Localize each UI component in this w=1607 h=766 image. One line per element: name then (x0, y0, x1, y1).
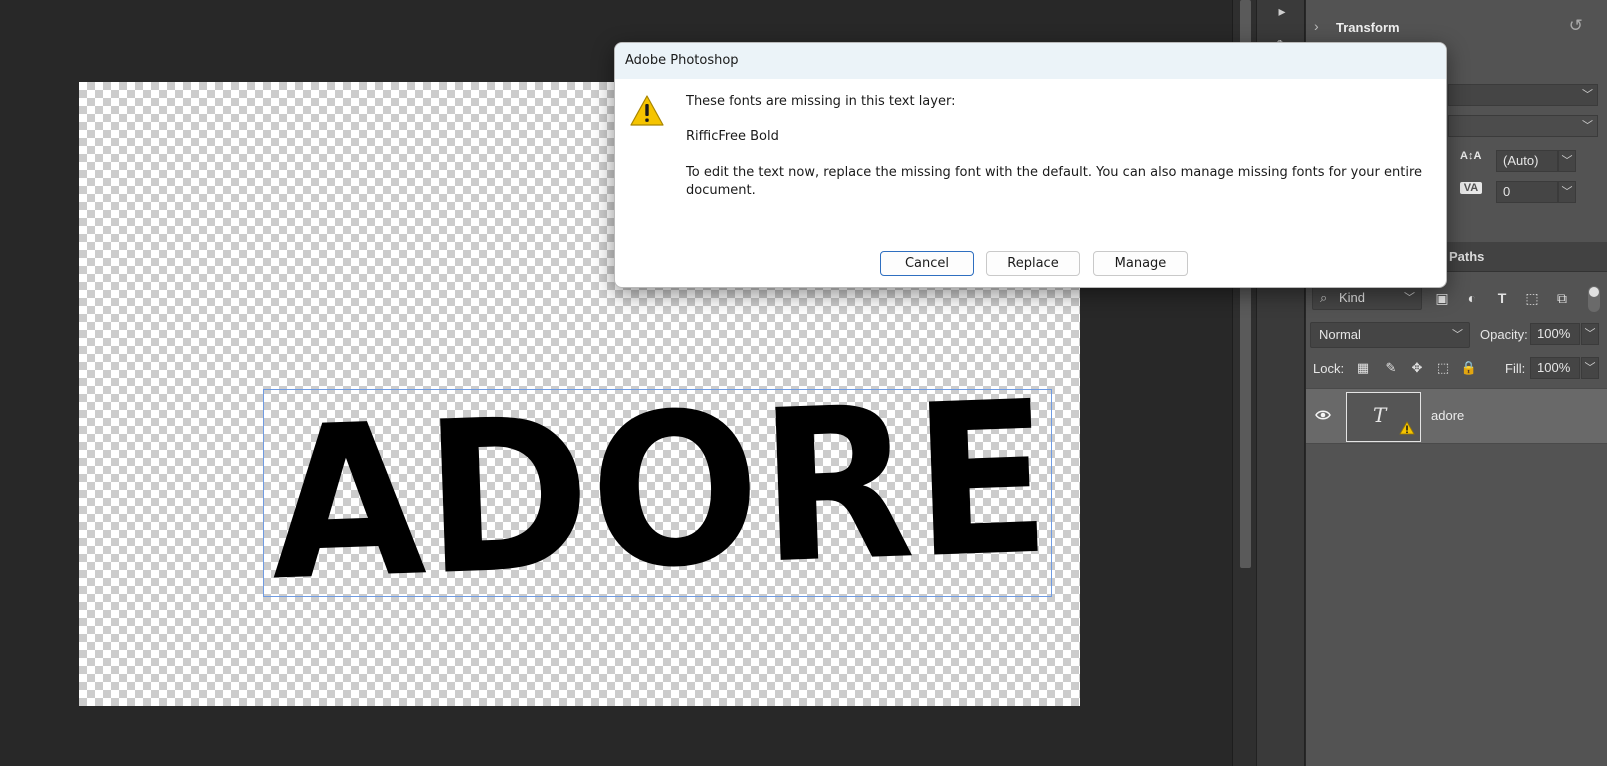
fill-label: Fill: (1505, 361, 1526, 376)
blend-opacity-row: Normal ﹀ Opacity: 100% ﹀ (1306, 322, 1607, 350)
missing-font-name: RifficFree Bold (686, 129, 779, 144)
fill-chevron-icon[interactable]: ﹀ (1581, 357, 1599, 379)
tracking-icon: VA (1460, 182, 1482, 194)
cancel-button[interactable]: Cancel (880, 251, 974, 276)
chevron-down-icon: ﹀ (1452, 329, 1463, 341)
type-filter-icon[interactable]: T (1492, 288, 1512, 308)
adjustment-filter-icon[interactable]: ◐ (1462, 288, 1482, 308)
reset-icon[interactable]: ↺ (1569, 16, 1583, 36)
lock-all-icon[interactable]: 🔒 (1460, 359, 1478, 377)
filter-kind-select[interactable]: ⌕ Kind ﹀ (1312, 286, 1422, 310)
leading-field[interactable]: (Auto) (1496, 150, 1558, 172)
tracking-field[interactable]: 0 (1496, 181, 1558, 203)
shape-filter-icon[interactable]: ⬚ (1522, 288, 1542, 308)
font-style-dropdown[interactable]: ﹀ (1448, 84, 1598, 106)
leading-icon: A↕A (1460, 150, 1482, 162)
lock-paint-icon[interactable]: ✎ (1382, 359, 1400, 377)
layer-filter-row: ⌕ Kind ﹀ ▣ ◐ T ⬚ ⧉ (1306, 284, 1607, 314)
dialog-detail: To edit the text now, replace the missin… (686, 165, 1423, 198)
search-icon: ⌕ (1320, 290, 1328, 305)
fill-field[interactable]: 100% (1530, 357, 1580, 379)
blend-mode-select[interactable]: Normal ﹀ (1310, 322, 1470, 348)
photoshop-window: ADORE ▸ ✎ › Transform ↺ ﹀ ﹀ A↕A (Auto) ﹀… (0, 0, 1607, 766)
layer-thumbnail[interactable]: T (1346, 392, 1421, 442)
chevron-down-icon: ﹀ (1404, 292, 1415, 304)
lock-label: Lock: (1313, 361, 1345, 376)
image-filter-icon[interactable]: ▣ (1432, 288, 1452, 308)
manage-button[interactable]: Manage (1093, 251, 1188, 276)
text-bounding-box[interactable] (263, 389, 1052, 597)
opacity-field[interactable]: 100% (1530, 323, 1580, 345)
leading-chevron-icon[interactable]: ﹀ (1558, 150, 1576, 172)
opacity-chevron-icon[interactable]: ﹀ (1581, 323, 1599, 345)
dialog-titlebar[interactable]: Adobe Photoshop (615, 43, 1446, 79)
layer-name[interactable]: adore (1431, 408, 1464, 423)
blend-mode-value: Normal (1319, 327, 1361, 342)
replace-button[interactable]: Replace (986, 251, 1080, 276)
tracking-chevron-icon[interactable]: ﹀ (1558, 181, 1576, 203)
smart-object-filter-icon[interactable]: ⧉ (1552, 288, 1572, 308)
eye-icon[interactable] (1314, 407, 1332, 425)
missing-fonts-dialog: Adobe Photoshop These fonts are missing … (614, 42, 1447, 288)
play-icon[interactable]: ▸ (1271, 0, 1293, 22)
tab-paths[interactable]: Paths (1449, 249, 1484, 264)
transform-section-header[interactable]: › Transform ↺ (1306, 14, 1607, 42)
layer-row[interactable]: T adore (1306, 388, 1607, 444)
lock-fill-row: Lock: ▦ ✎ ✥ ⬚ 🔒 Fill: 100% ﹀ (1306, 356, 1607, 382)
lock-position-icon[interactable]: ✥ (1408, 359, 1426, 377)
chevron-down-icon: ﹀ (1582, 120, 1593, 132)
font-size-dropdown[interactable]: ﹀ (1448, 115, 1598, 137)
dialog-title: Adobe Photoshop (625, 53, 739, 68)
text-layer-icon: T (1373, 403, 1387, 427)
opacity-label: Opacity: (1480, 327, 1528, 342)
warning-icon (630, 95, 664, 126)
missing-font-warning-icon (1399, 421, 1415, 435)
chevron-down-icon: ﹀ (1582, 89, 1593, 101)
filter-toggle[interactable] (1588, 286, 1600, 312)
lock-artboard-icon[interactable]: ⬚ (1434, 359, 1452, 377)
transform-label: Transform (1336, 20, 1400, 35)
dialog-message: These fonts are missing in this text lay… (686, 94, 956, 109)
lock-transparent-icon[interactable]: ▦ (1354, 359, 1372, 377)
chevron-right-icon[interactable]: › (1314, 18, 1319, 34)
filter-kind-label: Kind (1339, 290, 1366, 305)
